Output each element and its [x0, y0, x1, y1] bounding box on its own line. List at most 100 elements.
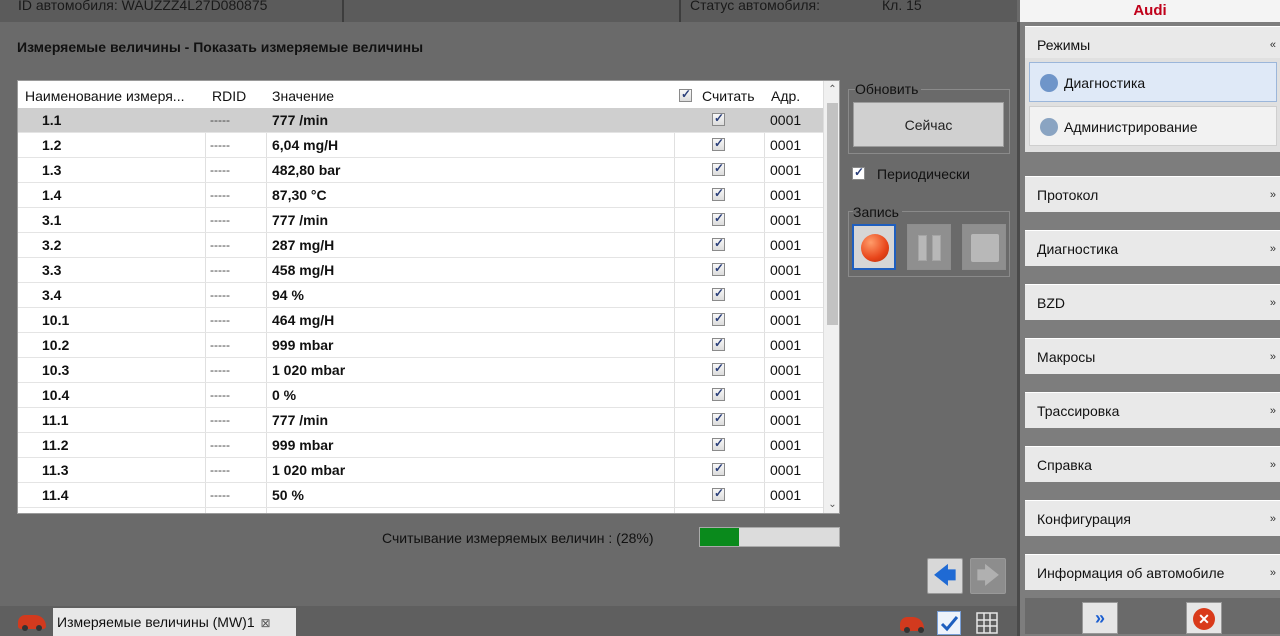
sidebar-header-modes[interactable]: Режимы « — [1025, 26, 1280, 62]
measurement-address: 0001 — [770, 437, 802, 453]
table-row[interactable]: 10.4 ----- 0 % 0001 — [18, 383, 823, 408]
measurement-address: 0001 — [770, 487, 802, 503]
measurement-name: 11.4 — [42, 487, 69, 503]
table-scrollbar[interactable]: ⌃ ⌄ — [823, 81, 839, 513]
read-checkbox[interactable] — [712, 286, 725, 304]
measurement-value: 287 mg/H — [272, 237, 335, 253]
section-label: Диагностика — [1037, 241, 1119, 257]
topbar-divider — [679, 0, 681, 22]
read-checkbox[interactable] — [712, 236, 725, 254]
read-checkbox[interactable] — [712, 361, 725, 379]
read-checkbox[interactable] — [712, 436, 725, 454]
sidebar-section-2[interactable]: Диагностика » — [1025, 230, 1280, 266]
read-checkbox[interactable] — [712, 161, 725, 179]
table-row[interactable]: 10.1 ----- 464 mg/H 0001 — [18, 308, 823, 333]
next-button[interactable]: » — [1082, 602, 1118, 634]
expand-icon: » — [1269, 243, 1276, 255]
sidebar-section-8[interactable]: Информация об автомобиле » — [1025, 554, 1280, 590]
column-header-read[interactable]: Считать — [702, 88, 755, 104]
mode-diagnostics[interactable]: Диагностика — [1029, 62, 1277, 102]
vehicle-status-value: Кл. 15 — [882, 0, 922, 13]
table-row[interactable]: 3.2 ----- 287 mg/H 0001 — [18, 233, 823, 258]
column-header-address[interactable]: Адр. — [771, 88, 800, 104]
progress-label: Считывание измеряемых величин : (28%) — [382, 530, 654, 546]
measurement-address: 0001 — [770, 112, 802, 128]
pause-button[interactable] — [907, 224, 951, 270]
scroll-up-icon[interactable]: ⌃ — [824, 81, 839, 98]
sidebar-section-1[interactable]: Протокол » — [1025, 176, 1280, 212]
read-checkbox[interactable] — [712, 336, 725, 354]
sidebar-section-3[interactable]: BZD » — [1025, 284, 1280, 320]
mode-administration[interactable]: Администрирование — [1029, 106, 1277, 146]
refresh-now-button[interactable]: Сейчас — [853, 102, 1004, 147]
table-row[interactable]: 10.3 ----- 1 020 mbar 0001 — [18, 358, 823, 383]
scrollbar-thumb[interactable] — [827, 103, 838, 325]
stop-button[interactable] — [962, 224, 1006, 270]
read-checkbox[interactable] — [712, 486, 725, 504]
select-all-checkbox[interactable] — [679, 87, 692, 105]
table-row[interactable]: 11.3 ----- 1 020 mbar 0001 — [18, 458, 823, 483]
read-checkbox[interactable] — [712, 311, 725, 329]
measurement-name: 3.2 — [42, 237, 62, 253]
table-row[interactable]: 1.1 ----- 777 /min 0001 — [18, 108, 823, 133]
pause-icon — [932, 235, 941, 261]
measurement-address: 0001 — [770, 287, 802, 303]
measurement-rdid: ----- — [210, 238, 230, 252]
read-checkbox[interactable] — [712, 186, 725, 204]
read-checkbox[interactable] — [712, 136, 725, 154]
read-checkbox[interactable] — [712, 461, 725, 479]
section-label: Справка — [1037, 457, 1092, 473]
sidebar-section-5[interactable]: Трассировка » — [1025, 392, 1280, 428]
measurement-rdid: ----- — [210, 488, 230, 502]
scroll-down-icon[interactable]: ⌄ — [824, 496, 839, 513]
sidebar-section-6[interactable]: Справка » — [1025, 446, 1280, 482]
measurement-address: 0001 — [770, 237, 802, 253]
table-row[interactable]: 1.2 ----- 6,04 mg/H 0001 — [18, 133, 823, 158]
table-row[interactable]: 11.1 ----- 777 /min 0001 — [18, 408, 823, 433]
expand-icon: » — [1269, 351, 1276, 363]
table-row[interactable]: 3.1 ----- 777 /min 0001 — [18, 208, 823, 233]
vehicle-icon[interactable] — [900, 617, 924, 633]
periodic-checkbox[interactable] — [852, 165, 865, 180]
tab-close-icon[interactable]: ⊠ — [261, 616, 271, 630]
read-checkbox[interactable] — [712, 411, 725, 429]
read-checkbox[interactable] — [712, 261, 725, 279]
table-row[interactable]: 3.4 ----- 94 % 0001 — [18, 283, 823, 308]
exit-button[interactable]: ✕ — [1186, 602, 1222, 634]
expand-icon: » — [1269, 189, 1276, 201]
expand-icon: » — [1269, 405, 1276, 417]
measurements-table[interactable]: Наименование измеря... RDID Значение Счи… — [17, 80, 840, 514]
table-body: 1.1 ----- 777 /min 0001 1.2 ----- 6,04 mg/H 000… — [18, 108, 823, 508]
measurement-rdid: ----- — [210, 463, 230, 477]
tab-measurements[interactable]: Измеряемые величины (MW)1 ⊠ — [53, 608, 296, 636]
grid-icon[interactable] — [975, 611, 999, 635]
forward-button[interactable]: 🡆 — [970, 558, 1006, 594]
read-checkbox[interactable] — [712, 111, 725, 129]
table-row[interactable]: 11.2 ----- 999 mbar 0001 — [18, 433, 823, 458]
back-button[interactable]: 🡄 — [927, 558, 963, 594]
table-row[interactable]: 3.3 ----- 458 mg/H 0001 — [18, 258, 823, 283]
table-row[interactable]: 10.2 ----- 999 mbar 0001 — [18, 333, 823, 358]
expand-icon: » — [1269, 513, 1276, 525]
measurement-value: 458 mg/H — [272, 262, 335, 278]
measurement-name: 11.2 — [42, 437, 69, 453]
read-checkbox[interactable] — [712, 386, 725, 404]
periodic-option[interactable]: Периодически — [852, 165, 970, 182]
tab-label: Измеряемые величины (MW)1 — [57, 614, 255, 630]
record-button[interactable] — [852, 224, 896, 270]
table-row[interactable]: 11.4 ----- 50 % 0001 — [18, 483, 823, 508]
column-header-rdid[interactable]: RDID — [212, 88, 246, 104]
table-row[interactable]: 1.3 ----- 482,80 bar 0001 — [18, 158, 823, 183]
section-label: Информация об автомобиле — [1037, 565, 1225, 581]
pause-icon — [918, 235, 927, 261]
column-header-value[interactable]: Значение — [272, 88, 334, 104]
measurement-rdid: ----- — [210, 263, 230, 277]
car-icon[interactable] — [18, 615, 46, 631]
sidebar-section-7[interactable]: Конфигурация » — [1025, 500, 1280, 536]
table-row[interactable]: 1.4 ----- 87,30 °C 0001 — [18, 183, 823, 208]
read-checkbox[interactable] — [712, 211, 725, 229]
column-header-name[interactable]: Наименование измеря... — [25, 88, 184, 104]
sidebar-footer — [1025, 598, 1280, 634]
sidebar-section-4[interactable]: Макросы » — [1025, 338, 1280, 374]
checklist-icon[interactable] — [937, 611, 961, 635]
